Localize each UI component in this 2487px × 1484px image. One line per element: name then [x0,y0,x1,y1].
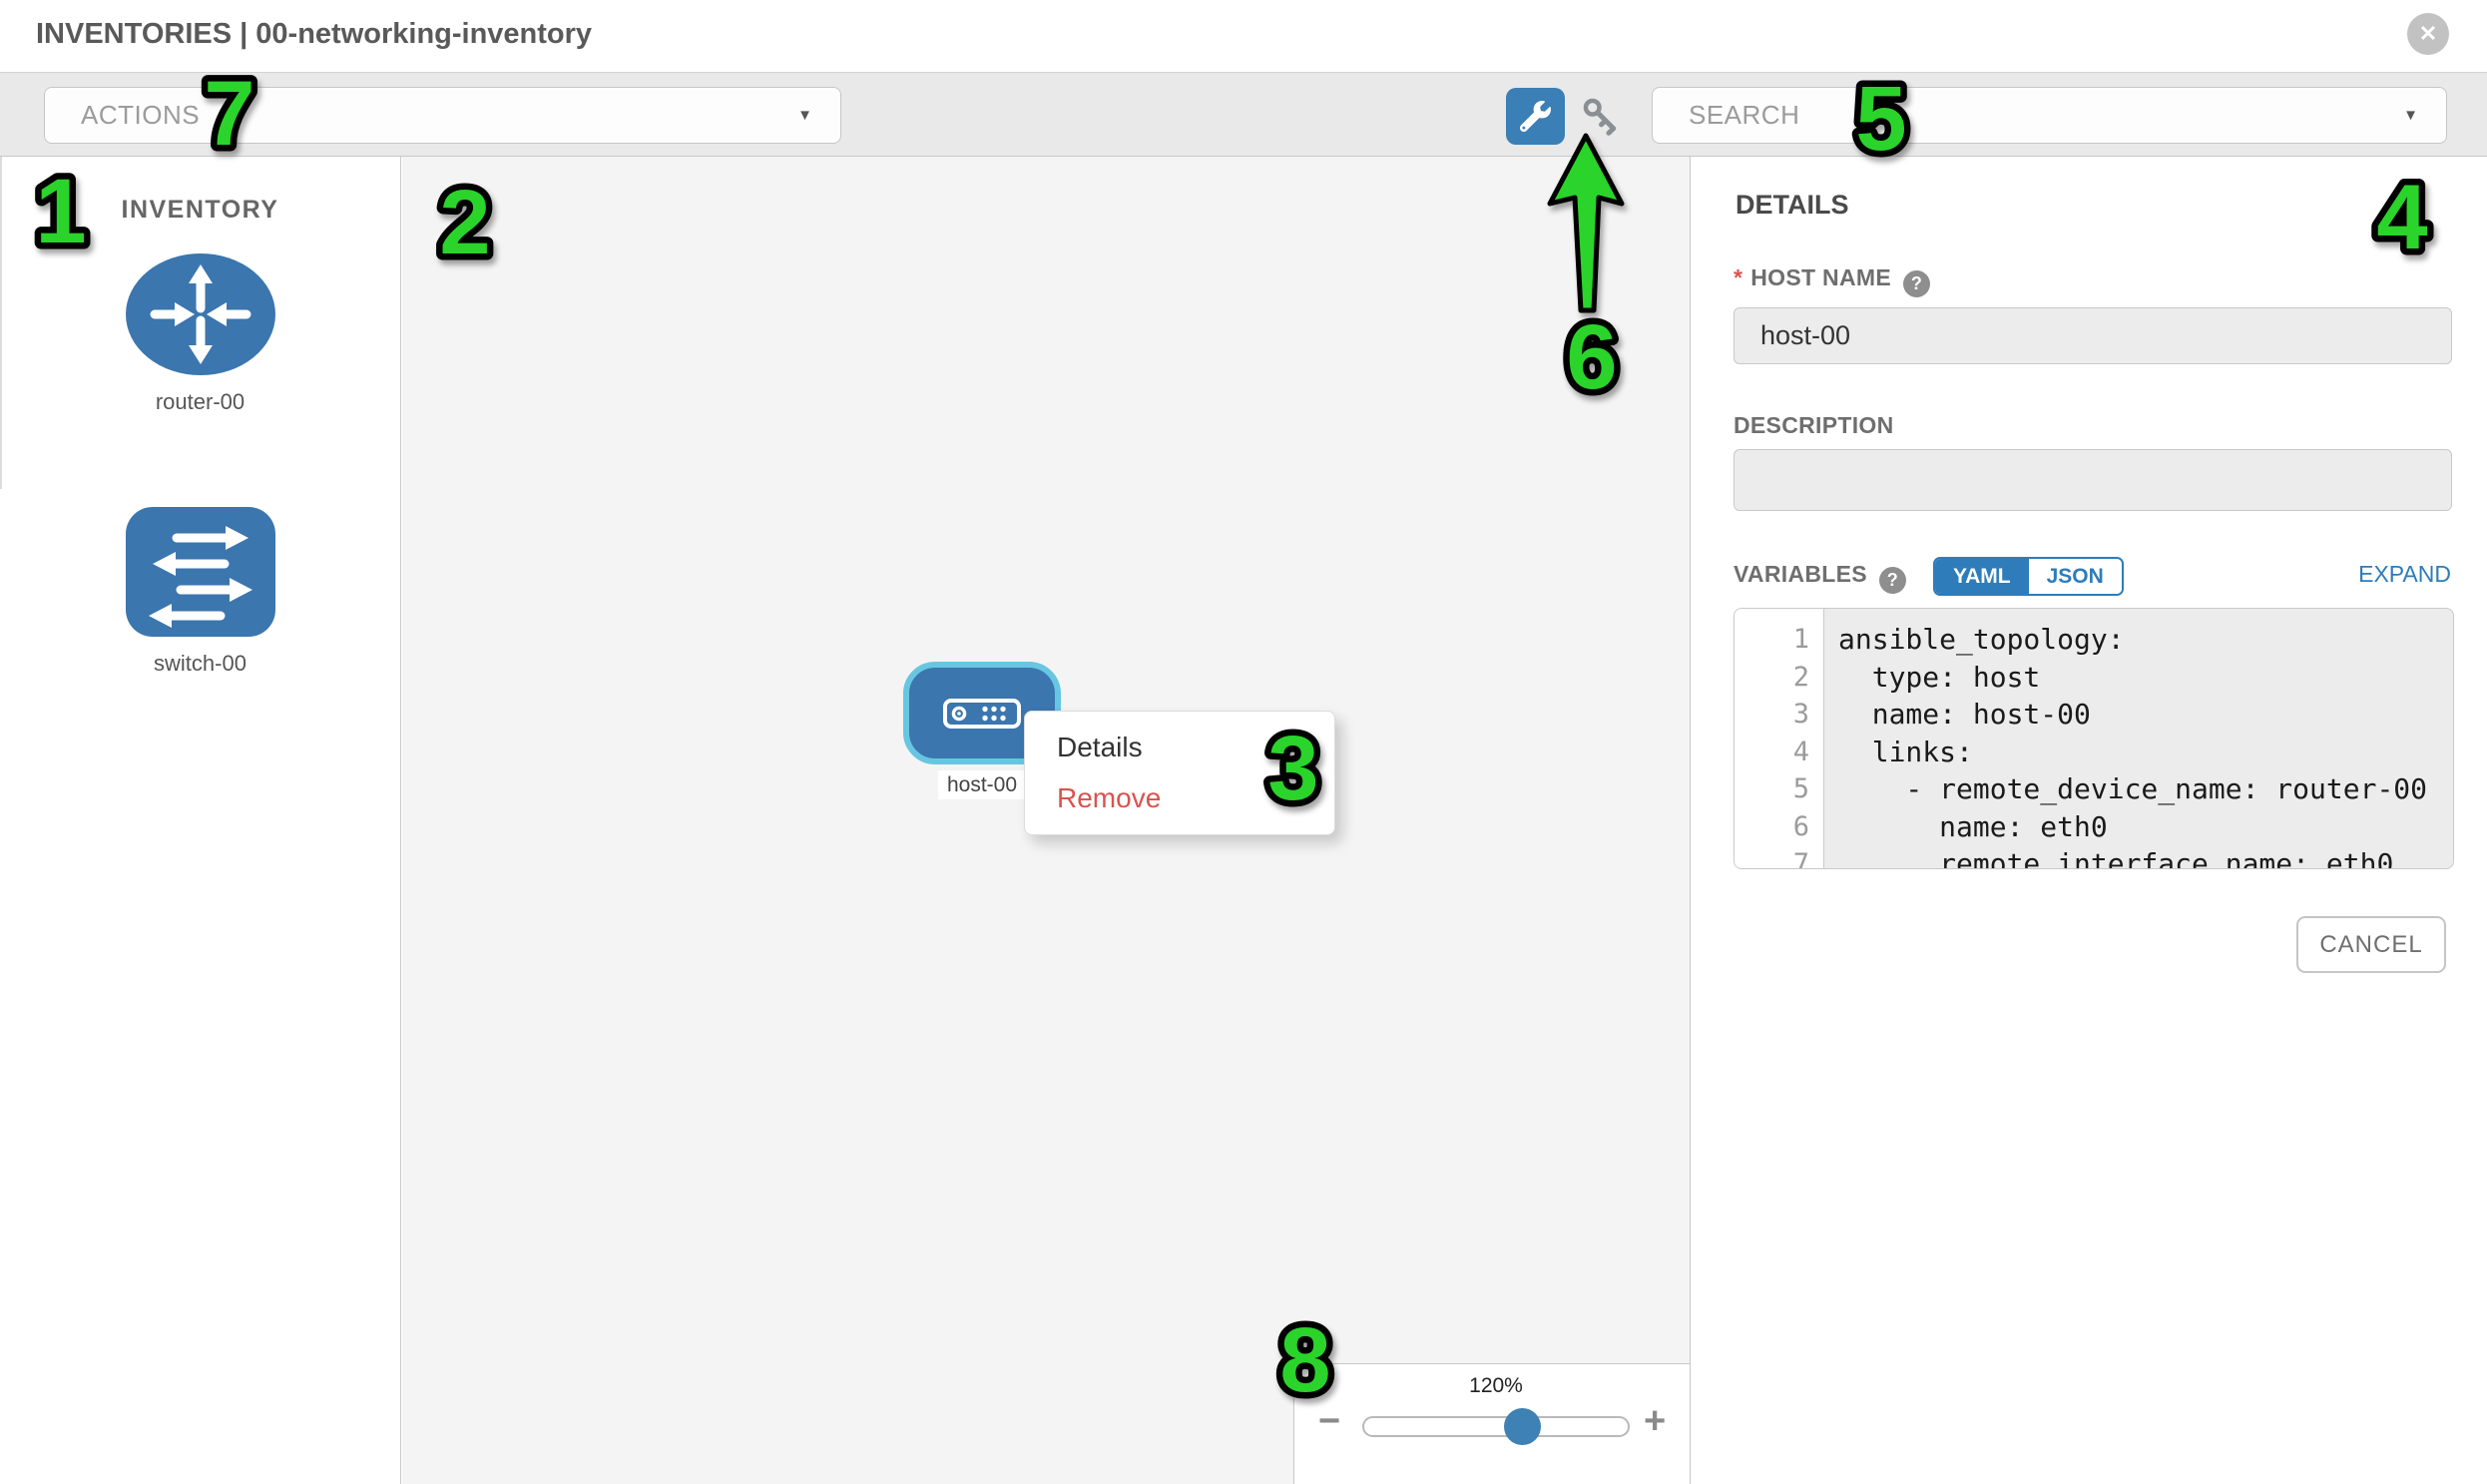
variables-label: VARIABLES? [1734,561,1906,594]
context-menu-item-details[interactable]: Details [1025,732,1334,763]
code-line: name: eth0 [1838,808,2453,846]
context-menu-item-remove[interactable]: Remove [1025,782,1334,814]
json-tab[interactable]: JSON [2029,559,2122,594]
details-panel: DETAILS *HOST NAME? DESCRIPTION VARIABLE… [1690,157,2487,1484]
device-label: switch-00 [0,651,400,677]
router-icon [125,252,276,376]
tools-button[interactable] [1506,88,1565,145]
required-marker: * [1734,264,1742,290]
code-line: remote_interface_name: eth0 [1838,845,2453,869]
variables-format-toggle: YAML JSON [1933,557,2124,596]
wrench-icon [1520,101,1551,132]
code-line: ansible_topology: [1838,621,2453,659]
close-icon: ✕ [2419,21,2437,47]
zoom-out-button[interactable]: − [1318,1402,1340,1440]
code-line: links: [1838,734,2453,771]
zoom-level-value: 120% [1362,1374,1630,1398]
search-dropdown[interactable]: SEARCH ▼ [1652,87,2447,144]
inventory-heading: INVENTORY [0,196,400,225]
host-node-label: host-00 [938,770,1026,799]
editor-line-numbers: 1 2 3 4 5 6 7 [1735,609,1824,868]
toolbar: ACTIONS ▼ SEARCH ▼ [0,72,2487,157]
description-input[interactable] [1734,449,2452,511]
host-icon [943,699,1021,729]
details-heading: DETAILS [1736,190,1849,221]
help-icon[interactable]: ? [1879,567,1906,594]
device-label: router-00 [0,389,400,415]
caret-down-icon: ▼ [2403,107,2418,124]
key-icon [1581,96,1623,138]
host-name-input[interactable] [1734,307,2452,364]
close-button[interactable]: ✕ [2407,13,2449,55]
minus-icon: − [1318,1400,1340,1442]
inventory-sidebar: INVENTORY router-00 [0,157,401,1484]
caret-down-icon: ▼ [797,107,812,124]
context-menu: Details Remove [1024,711,1335,835]
zoom-in-button[interactable]: + [1644,1402,1666,1440]
yaml-tab[interactable]: YAML [1935,559,2029,594]
zoom-slider-thumb[interactable] [1504,1408,1541,1445]
inventory-topology-app: INVENTORIES | 00-networking-inventory ✕ … [0,0,2487,1484]
actions-dropdown[interactable]: ACTIONS ▼ [44,87,841,144]
zoom-control-panel: 120% − + [1293,1363,1690,1484]
description-label: DESCRIPTION [1734,412,1893,439]
switch-icon [125,506,276,638]
cancel-button[interactable]: CANCEL [2296,916,2446,973]
palette-item-router[interactable]: router-00 [0,252,400,415]
editor-code[interactable]: ansible_topology: type: host name: host-… [1824,609,2453,868]
code-line: type: host [1838,659,2453,697]
host-name-label: *HOST NAME? [1734,264,1930,297]
credentials-button[interactable] [1579,94,1625,140]
help-icon[interactable]: ? [1903,270,1930,297]
search-dropdown-label: SEARCH [1689,100,1799,131]
titlebar: INVENTORIES | 00-networking-inventory ✕ [0,0,2487,72]
zoom-slider-track[interactable] [1362,1416,1630,1437]
topology-canvas[interactable]: host-00 Details Remove 120% − + [402,157,1690,1484]
code-line: - remote_device_name: router-00 [1838,770,2453,808]
variables-editor[interactable]: 1 2 3 4 5 6 7 ansible_topology: type: ho… [1734,608,2454,869]
code-line: name: host-00 [1838,696,2453,734]
plus-icon: + [1644,1400,1666,1442]
palette-item-switch[interactable]: switch-00 [0,506,400,677]
actions-dropdown-label: ACTIONS [81,100,200,131]
page-title: INVENTORIES | 00-networking-inventory [36,18,592,51]
expand-link[interactable]: EXPAND [2358,561,2451,588]
